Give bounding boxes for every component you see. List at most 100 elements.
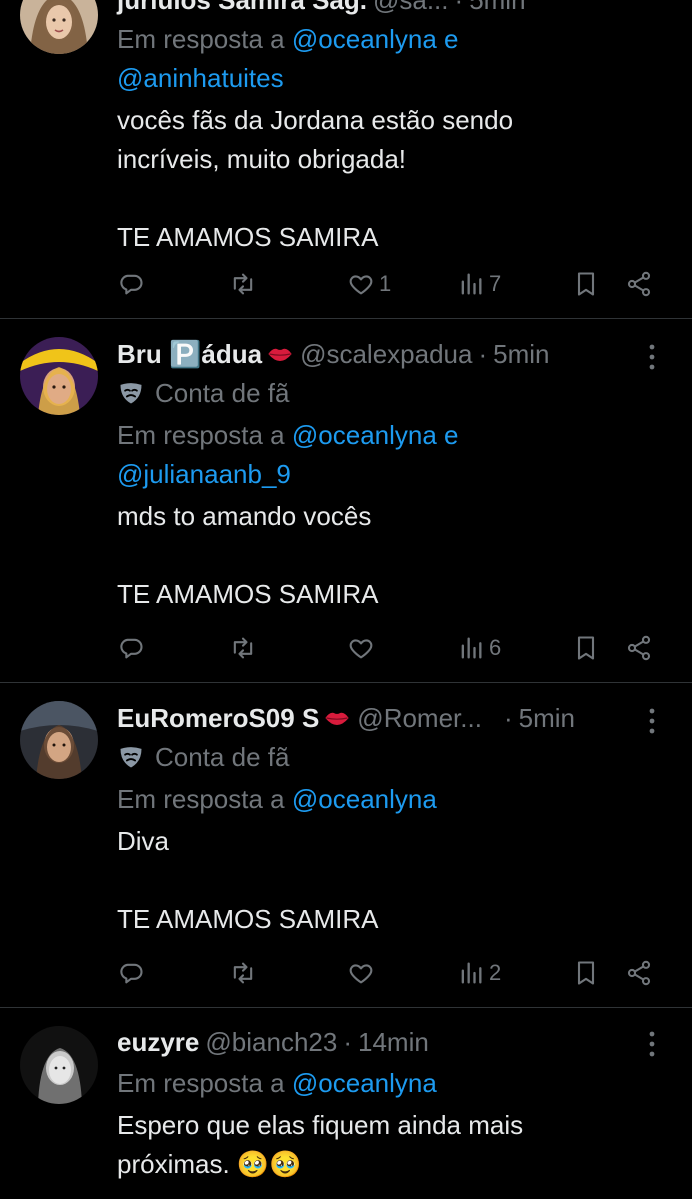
tweet-2[interactable]: Bru 🅿️ádua @scalexpadua · 5min Conta de … xyxy=(0,319,692,682)
views-button[interactable]: 6 xyxy=(457,630,501,666)
tweet-text: vocês fãs da Jordana estão sendo incríve… xyxy=(117,105,514,252)
fan-label: Conta de fã xyxy=(155,741,290,772)
fan-account-label: Conta de fã xyxy=(117,374,662,412)
tweet-header: jurlulos Samira Sag. @sa... · 5min xyxy=(117,0,662,20)
like-count: 1 xyxy=(379,271,392,296)
like-button[interactable]: 1 xyxy=(347,266,391,302)
display-name[interactable]: jurlulos Samira Sag. xyxy=(117,0,367,20)
bookmark-button[interactable] xyxy=(572,266,600,302)
view-count: 7 xyxy=(489,271,502,296)
bookmark-button[interactable] xyxy=(572,630,600,666)
view-count: 6 xyxy=(489,635,502,660)
timestamp[interactable]: 14min xyxy=(358,1022,429,1062)
views-icon xyxy=(461,637,482,659)
reply-context: Em resposta a @oceanlyna e @julianaanb_9 xyxy=(117,416,662,494)
avatar[interactable] xyxy=(20,0,98,54)
reply-prefix: Em resposta a xyxy=(117,24,285,54)
heart-icon xyxy=(349,639,373,659)
reply-icon xyxy=(120,963,143,984)
views-button[interactable]: 7 xyxy=(457,266,501,302)
reply-button[interactable] xyxy=(117,955,145,991)
retweet-icon xyxy=(233,962,253,984)
reply-icon xyxy=(120,638,143,659)
reply-button[interactable] xyxy=(117,630,145,666)
bookmark-button[interactable] xyxy=(572,955,600,991)
bookmark-icon xyxy=(577,272,595,296)
lips-emoji-icon xyxy=(325,712,349,725)
tweet-text: Diva TE AMAMOS SAMIRA xyxy=(117,826,379,934)
views-button[interactable]: 2 xyxy=(457,955,501,991)
tweet-4[interactable]: euzyre @bianch23 · 14min Em resposta a @… xyxy=(0,1008,692,1199)
tweet-header: EuRomeroS09 S @Romer... · 5min xyxy=(117,698,662,738)
separator-dot: · xyxy=(454,0,464,15)
views-icon xyxy=(461,273,482,295)
handle[interactable]: @Romer... xyxy=(357,698,482,738)
mention-link[interactable]: @julianaanb_9 xyxy=(117,459,291,489)
separator-dot: · xyxy=(478,339,488,369)
views-icon xyxy=(461,962,482,984)
tweet-text: Espero que elas fiquem ainda mais próxim… xyxy=(117,1110,524,1179)
mention-link[interactable]: @aninhatuites xyxy=(117,63,284,93)
more-icon xyxy=(649,344,655,370)
share-button[interactable] xyxy=(625,955,653,991)
share-icon xyxy=(627,635,651,661)
more-icon xyxy=(649,1031,655,1057)
share-icon xyxy=(627,271,651,297)
avatar[interactable] xyxy=(20,701,98,779)
display-name[interactable]: Bru 🅿️ádua xyxy=(117,334,262,374)
heart-icon xyxy=(349,275,373,295)
retweet-button[interactable] xyxy=(229,955,257,991)
avatar[interactable] xyxy=(20,1026,98,1104)
separator-dot: · xyxy=(343,1027,352,1057)
retweet-icon xyxy=(233,273,253,295)
reply-prefix: Em resposta a xyxy=(117,1068,285,1098)
reply-context: Em resposta a @oceanlyna e @aninhatuites xyxy=(117,20,662,98)
like-button[interactable] xyxy=(347,955,375,991)
display-name[interactable]: EuRomeroS09 S xyxy=(117,698,319,738)
view-count: 2 xyxy=(489,960,502,985)
separator-dot: · xyxy=(503,703,513,733)
more-button[interactable] xyxy=(642,342,662,372)
share-button[interactable] xyxy=(625,630,653,666)
more-icon xyxy=(649,708,655,734)
action-bar: 1 7 xyxy=(117,266,662,302)
handle[interactable]: @bianch23 xyxy=(205,1022,337,1062)
bookmark-icon xyxy=(577,636,595,660)
mention-link[interactable]: @oceanlyna xyxy=(292,1068,437,1098)
share-button[interactable] xyxy=(625,266,653,302)
heart-icon xyxy=(349,964,373,984)
reply-button[interactable] xyxy=(117,266,145,302)
timestamp[interactable]: 5min xyxy=(519,698,575,738)
like-button[interactable] xyxy=(347,630,375,666)
timestamp[interactable]: 5min xyxy=(493,334,549,374)
mention-link[interactable]: @oceanlyna e xyxy=(292,24,459,54)
reply-context: Em resposta a @oceanlyna xyxy=(117,1064,662,1103)
mask-icon xyxy=(120,383,142,404)
mask-icon xyxy=(120,747,142,768)
more-button[interactable] xyxy=(642,706,662,736)
handle[interactable]: @scalexpadua xyxy=(300,334,472,374)
fan-account-label: Conta de fã xyxy=(117,738,662,776)
share-icon xyxy=(627,960,651,986)
retweet-button[interactable] xyxy=(229,266,257,302)
reply-context: Em resposta a @oceanlyna xyxy=(117,780,662,819)
fan-label: Conta de fã xyxy=(155,377,290,408)
avatar[interactable] xyxy=(20,337,98,415)
tweet-header: euzyre @bianch23 · 14min xyxy=(117,1022,662,1062)
reply-prefix: Em resposta a xyxy=(117,420,285,450)
tweet-3[interactable]: EuRomeroS09 S @Romer... · 5min Conta de … xyxy=(0,683,692,1007)
lips-emoji-icon xyxy=(268,348,292,361)
mention-link[interactable]: @oceanlyna xyxy=(292,784,437,814)
handle[interactable]: @sa... xyxy=(373,0,449,20)
mention-link[interactable]: @oceanlyna e xyxy=(292,420,459,450)
timestamp[interactable]: 5min xyxy=(469,0,525,20)
reply-prefix: Em resposta a xyxy=(117,784,285,814)
retweet-button[interactable] xyxy=(229,630,257,666)
reply-icon xyxy=(120,274,143,295)
display-name[interactable]: euzyre xyxy=(117,1022,199,1062)
action-bar: 2 xyxy=(117,955,662,991)
more-button[interactable] xyxy=(642,1029,662,1059)
bookmark-icon xyxy=(577,961,595,985)
tweet-1[interactable]: jurlulos Samira Sag. @sa... · 5min Em re… xyxy=(0,0,692,318)
action-bar: 6 xyxy=(117,630,662,666)
